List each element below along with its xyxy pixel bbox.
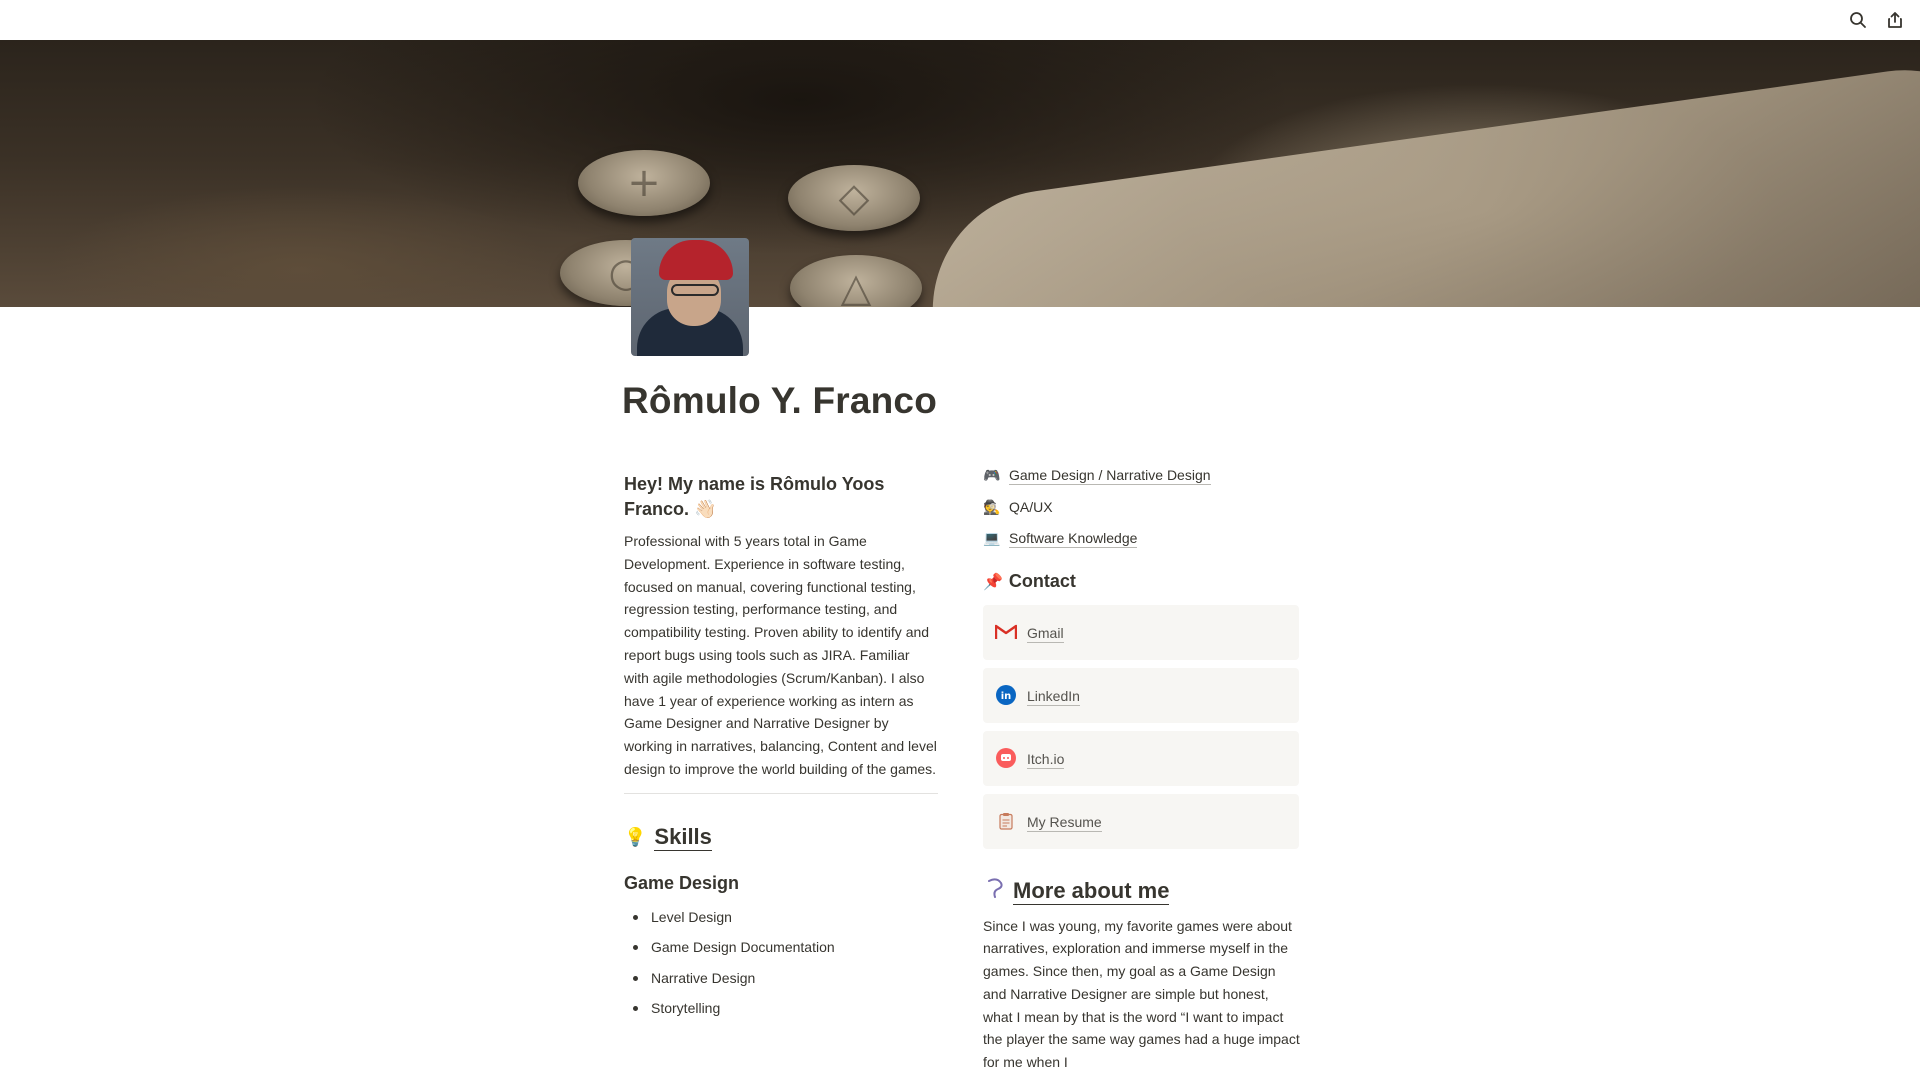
cross-button-shape: + [578, 150, 710, 216]
contact-card-resume[interactable]: My Resume [983, 793, 1299, 849]
triangle-button-shape: △ [790, 255, 922, 307]
intro-bio: Professional with 5 years total in Game … [624, 533, 937, 777]
svg-text:in: in [1001, 691, 1012, 702]
square-button-shape: ◇ [788, 165, 920, 231]
cover-image: + ◇ ○ △ [0, 40, 1920, 307]
link-software-knowledge[interactable]: 💻 Software Knowledge [983, 523, 1301, 555]
card-label[interactable]: Itch.io [1027, 751, 1065, 769]
clipboard-icon [995, 810, 1017, 832]
card-label[interactable]: My Resume [1027, 814, 1102, 832]
link-label[interactable]: QA/UX [1009, 499, 1053, 515]
hook-icon [983, 877, 1005, 907]
list-item: Game Design Documentation [624, 932, 938, 963]
laptop-icon: 💻 [983, 530, 1001, 547]
contact-card-itchio[interactable]: Itch.io [983, 730, 1299, 786]
intro-heading: Hey! My name is Rômulo Yoos Franco. 👋🏻 [624, 474, 885, 519]
right-column: 🎮 Game Design / Narrative Design 🕵 QA/UX… [983, 460, 1301, 1074]
link-label[interactable]: Software Knowledge [1009, 530, 1138, 548]
contact-heading: 📌 Contact [983, 567, 1301, 597]
list-item: Narrative Design [624, 963, 938, 994]
controller-pad-shape [917, 54, 1920, 307]
itchio-icon [995, 747, 1017, 769]
more-about-heading[interactable]: More about me [983, 877, 1301, 907]
gamepad-icon: 🎮 [983, 467, 1001, 484]
pushpin-icon: 📌 [983, 573, 1003, 591]
top-bar [0, 0, 1920, 40]
card-label[interactable]: Gmail [1027, 625, 1064, 643]
contact-heading-label: Contact [1008, 571, 1076, 591]
contact-card-gmail[interactable]: Gmail [983, 604, 1299, 660]
contact-card-linkedin[interactable]: in LinkedIn [983, 667, 1299, 723]
more-about-text: Since I was young, my favorite games wer… [983, 917, 1300, 1071]
skills-list: Level Design Game Design Documentation N… [624, 902, 938, 1024]
avatar [631, 238, 749, 356]
game-design-heading: Game Design [624, 872, 740, 893]
lightbulb-icon: 💡 [624, 826, 647, 847]
list-item: Storytelling [624, 993, 938, 1024]
link-label[interactable]: Game Design / Narrative Design [1009, 467, 1211, 485]
gmail-icon [995, 621, 1017, 643]
list-item: Level Design [624, 902, 938, 933]
search-icon[interactable] [1846, 8, 1870, 32]
left-column: Hey! My name is Rômulo Yoos Franco. 👋🏻 P… [624, 472, 938, 1024]
card-label[interactable]: LinkedIn [1027, 688, 1080, 706]
page-title: Rômulo Y. Franco [622, 380, 938, 421]
divider [624, 792, 938, 794]
share-icon[interactable] [1883, 8, 1907, 32]
detective-icon: 🕵 [983, 498, 1001, 515]
more-about-heading-label[interactable]: More about me [1013, 878, 1170, 905]
skills-heading[interactable]: 💡 Skills [624, 824, 938, 851]
link-qa-ux[interactable]: 🕵 QA/UX [983, 492, 1301, 524]
link-game-design[interactable]: 🎮 Game Design / Narrative Design [983, 460, 1301, 492]
linkedin-icon: in [995, 684, 1017, 706]
skills-heading-label[interactable]: Skills [654, 824, 712, 851]
